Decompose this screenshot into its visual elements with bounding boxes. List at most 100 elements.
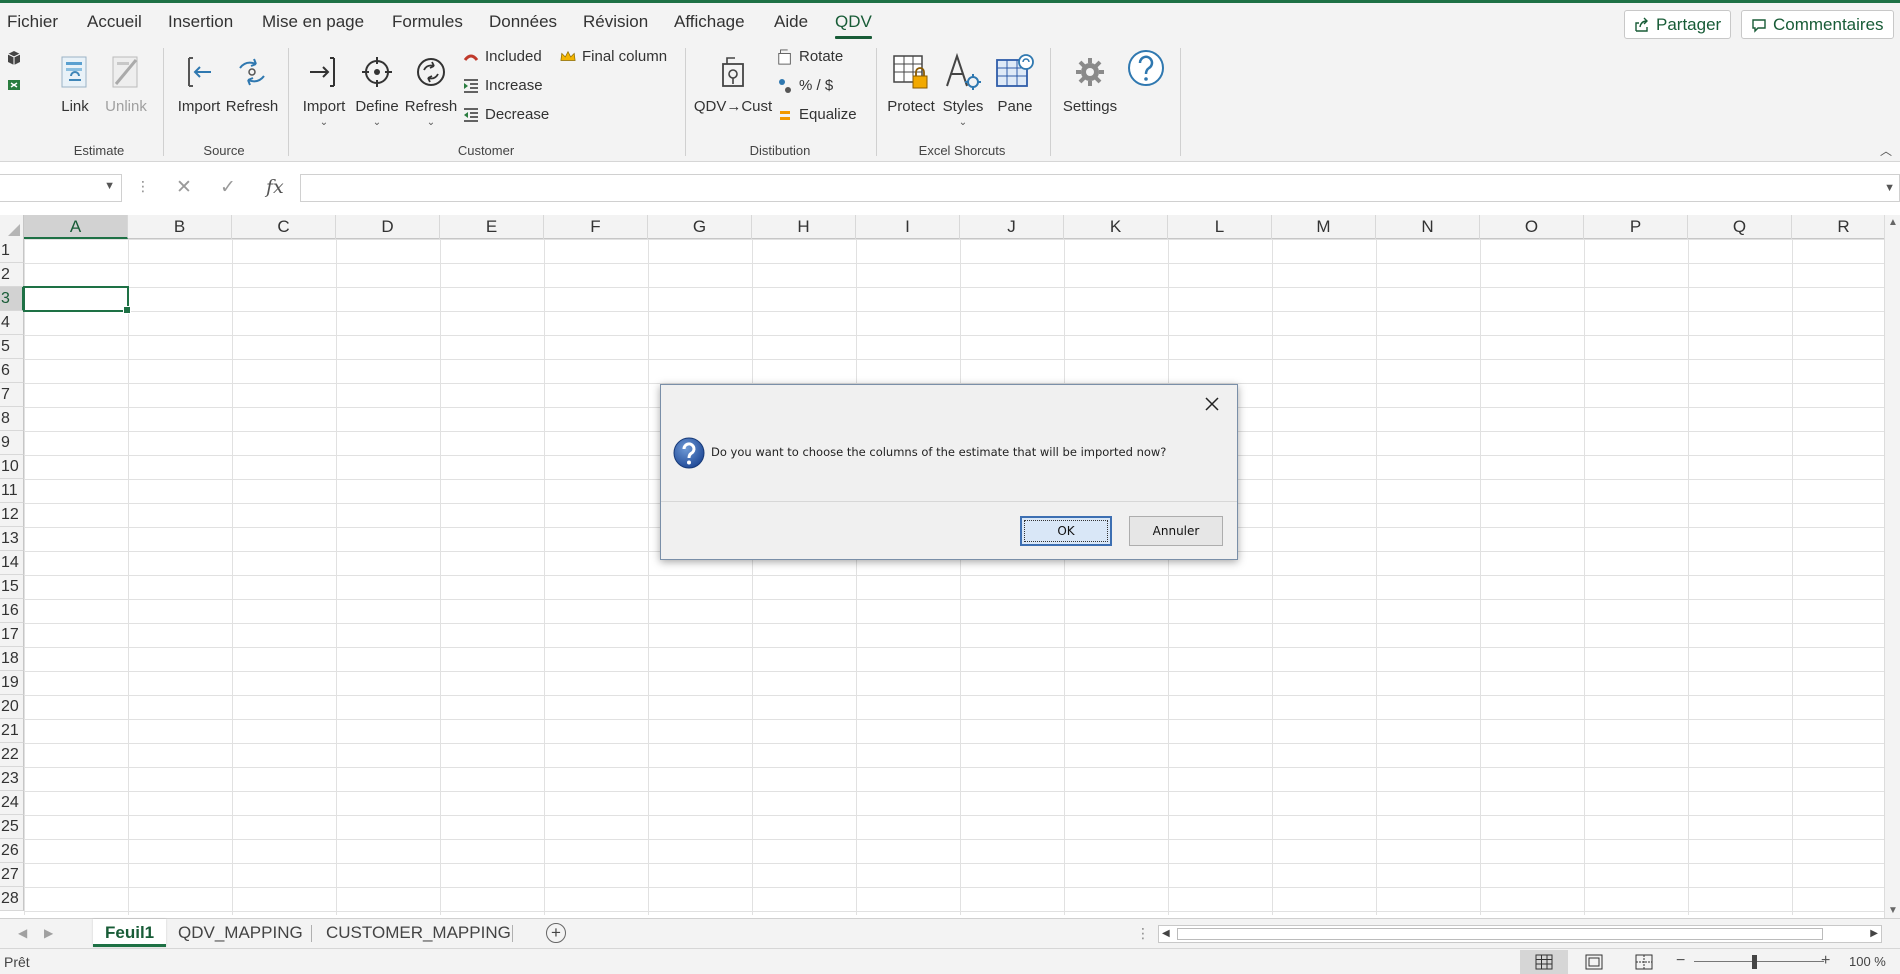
styles-button[interactable]: Styles ⌄: [940, 50, 986, 128]
row-header[interactable]: 2: [0, 263, 24, 287]
row-header[interactable]: 17: [0, 623, 24, 647]
row-header[interactable]: 28: [0, 887, 24, 911]
zoom-level[interactable]: 100 %: [1849, 954, 1886, 969]
split-handle-icon[interactable]: ⋮: [1136, 925, 1150, 942]
final-column-button[interactable]: Final column: [560, 48, 667, 65]
column-header[interactable]: F: [544, 215, 648, 239]
previous-sheet-icon[interactable]: ◀: [18, 926, 27, 940]
normal-view-button[interactable]: [1520, 950, 1568, 974]
collapse-ribbon-icon[interactable]: ︿: [1880, 142, 1892, 159]
column-header[interactable]: I: [856, 215, 960, 239]
link-button[interactable]: Link: [53, 50, 97, 115]
cancel-button[interactable]: Annuler: [1129, 516, 1223, 546]
dialog-close-button[interactable]: [1201, 393, 1223, 415]
equalize-button[interactable]: Equalize: [777, 106, 857, 123]
chevron-down-icon[interactable]: ▼: [104, 180, 115, 192]
horizontal-scroll-thumb[interactable]: [1177, 928, 1823, 940]
qdv-cust-button[interactable]: QDV→Cust: [694, 50, 772, 115]
column-header[interactable]: B: [128, 215, 232, 239]
next-sheet-icon[interactable]: ▶: [44, 926, 53, 940]
row-header[interactable]: 16: [0, 599, 24, 623]
column-header[interactable]: H: [752, 215, 856, 239]
row-header[interactable]: 15: [0, 575, 24, 599]
increase-button[interactable]: Increase: [463, 77, 543, 94]
row-header[interactable]: 12: [0, 503, 24, 527]
protect-button[interactable]: Protect: [886, 50, 936, 115]
tab-mise-en-page[interactable]: Mise en page: [262, 12, 364, 32]
row-header[interactable]: 25: [0, 815, 24, 839]
row-header[interactable]: 24: [0, 791, 24, 815]
scroll-right-icon[interactable]: ▶: [1870, 928, 1878, 939]
vertical-scrollbar[interactable]: ▲ ▼: [1884, 215, 1900, 918]
zoom-in-icon[interactable]: +: [1821, 952, 1830, 970]
zoom-slider-track[interactable]: [1694, 961, 1824, 962]
pane-button[interactable]: Pane: [991, 50, 1039, 115]
customer-import-button[interactable]: Import ⌄: [300, 50, 348, 128]
tab-donnees[interactable]: Données: [489, 12, 557, 32]
unlink-button[interactable]: Unlink: [104, 50, 148, 115]
tab-accueil[interactable]: Accueil: [87, 12, 142, 32]
sheet-tab-customer-mapping[interactable]: CUSTOMER_MAPPING: [314, 919, 523, 947]
tab-fichier[interactable]: Fichier: [7, 12, 58, 32]
zoom-slider-thumb[interactable]: [1752, 955, 1757, 969]
row-header[interactable]: 9: [0, 431, 24, 455]
column-header[interactable]: M: [1272, 215, 1376, 239]
row-header[interactable]: 6: [0, 359, 24, 383]
active-cell[interactable]: [23, 286, 131, 314]
page-break-view-button[interactable]: [1620, 950, 1668, 974]
formula-input[interactable]: ▼: [300, 174, 1900, 202]
row-header[interactable]: 20: [0, 695, 24, 719]
name-box[interactable]: ▼: [0, 174, 122, 202]
column-header[interactable]: Q: [1688, 215, 1792, 239]
scroll-left-icon[interactable]: ◀: [1162, 928, 1170, 939]
included-button[interactable]: Included: [463, 48, 542, 65]
cancel-icon[interactable]: ✕: [176, 176, 192, 199]
define-button[interactable]: Define ⌄: [353, 50, 401, 128]
row-header[interactable]: 26: [0, 839, 24, 863]
customer-refresh-button[interactable]: Refresh ⌄: [405, 50, 457, 128]
tab-aide[interactable]: Aide: [774, 12, 808, 32]
more-icon[interactable]: ⋮: [136, 178, 150, 195]
row-header[interactable]: 10: [0, 455, 24, 479]
ok-button[interactable]: OK: [1020, 516, 1112, 546]
chevron-down-icon[interactable]: ▼: [1884, 182, 1895, 194]
page-layout-view-button[interactable]: [1570, 950, 1618, 974]
row-header[interactable]: 1: [0, 239, 24, 263]
column-header[interactable]: J: [960, 215, 1064, 239]
column-header[interactable]: L: [1168, 215, 1272, 239]
select-all-corner[interactable]: [0, 215, 24, 239]
row-header[interactable]: 21: [0, 719, 24, 743]
column-header[interactable]: R: [1792, 215, 1896, 239]
row-header[interactable]: 14: [0, 551, 24, 575]
row-header[interactable]: 5: [0, 335, 24, 359]
row-header[interactable]: 22: [0, 743, 24, 767]
tab-affichage[interactable]: Affichage: [674, 12, 745, 32]
row-header[interactable]: 13: [0, 527, 24, 551]
column-header[interactable]: D: [336, 215, 440, 239]
tab-revision[interactable]: Révision: [583, 12, 648, 32]
row-header[interactable]: 23: [0, 767, 24, 791]
comments-button[interactable]: Commentaires: [1741, 10, 1894, 39]
help-button[interactable]: [1124, 46, 1168, 90]
cube-icon[interactable]: [6, 50, 22, 66]
column-header[interactable]: E: [440, 215, 544, 239]
share-button[interactable]: Partager: [1624, 10, 1732, 39]
settings-button[interactable]: Settings: [1062, 50, 1118, 115]
sheet-tab-qdv-mapping[interactable]: QDV_MAPPING: [166, 919, 315, 947]
column-header[interactable]: C: [232, 215, 336, 239]
sheet-tab-feuil1[interactable]: Feuil1: [93, 919, 167, 947]
row-header[interactable]: 19: [0, 671, 24, 695]
column-header[interactable]: G: [648, 215, 752, 239]
source-import-button[interactable]: Import: [176, 50, 222, 115]
add-sheet-button[interactable]: +: [546, 923, 566, 943]
decrease-button[interactable]: Decrease: [463, 106, 549, 123]
scroll-up-icon[interactable]: ▲: [1888, 217, 1898, 228]
column-header[interactable]: N: [1376, 215, 1480, 239]
percent-dollar-button[interactable]: % / $: [777, 77, 833, 94]
tab-qdv[interactable]: QDV: [835, 12, 872, 39]
tab-insertion[interactable]: Insertion: [168, 12, 233, 32]
column-header[interactable]: K: [1064, 215, 1168, 239]
row-header[interactable]: 27: [0, 863, 24, 887]
source-refresh-button[interactable]: Refresh: [226, 50, 278, 115]
column-header[interactable]: O: [1480, 215, 1584, 239]
